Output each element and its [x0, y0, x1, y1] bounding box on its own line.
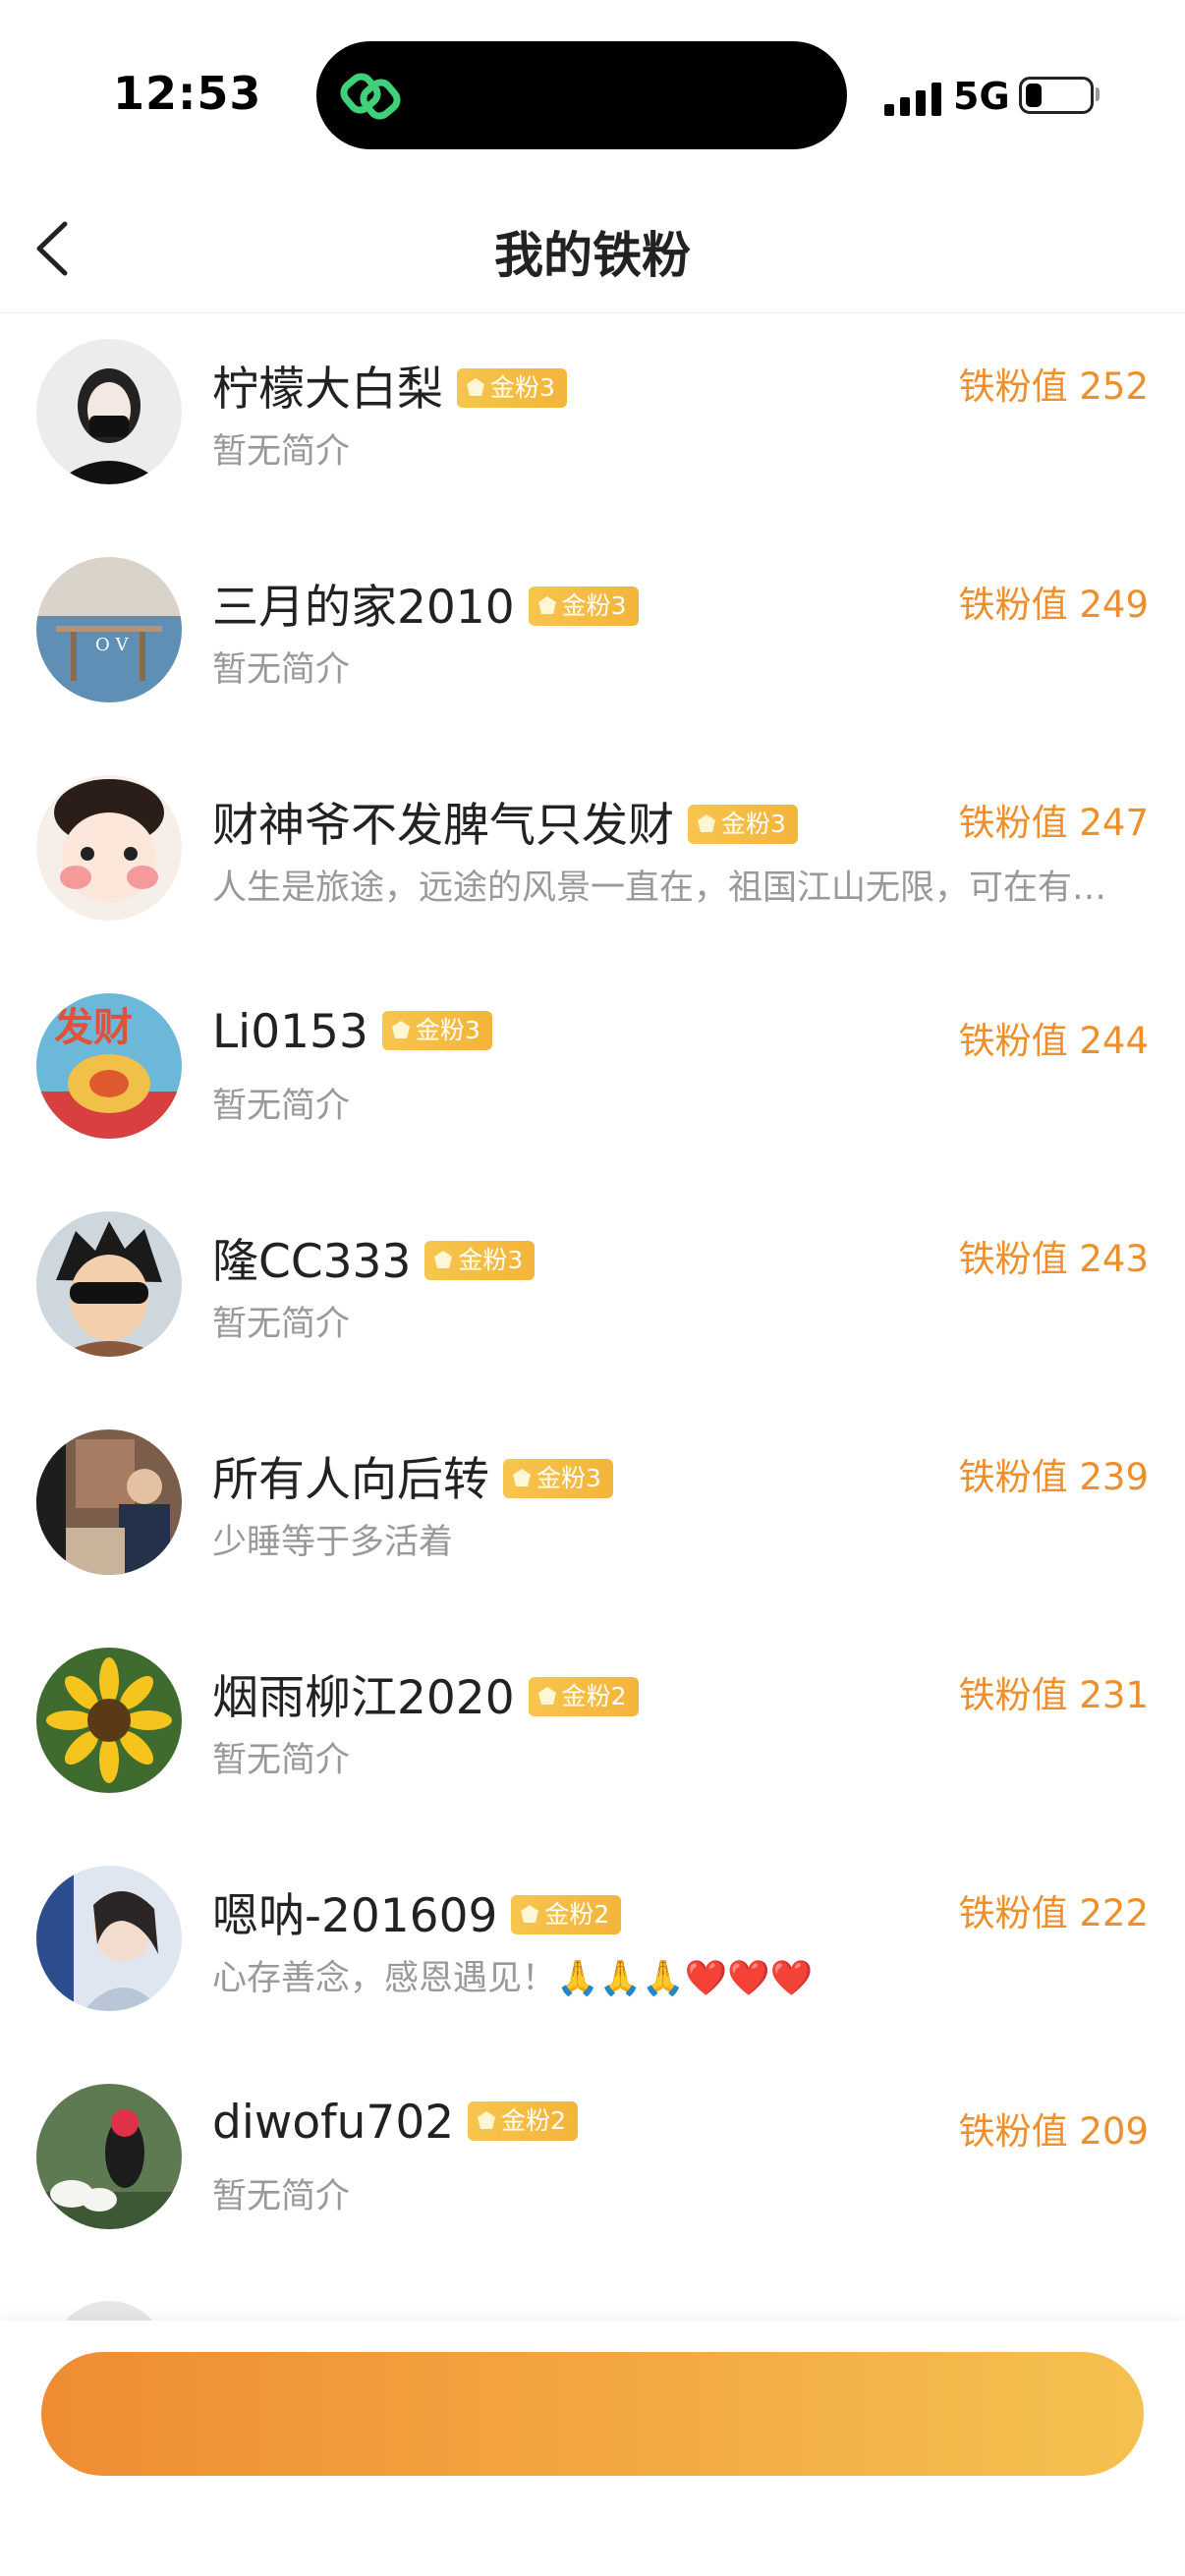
fan-bio: 心存善念，感恩遇见！🙏🙏🙏❤️❤️❤️	[212, 1959, 814, 1998]
fan-level-badge: 金粉3	[457, 367, 567, 408]
fan-name[interactable]: 三月的家2010 金粉3	[212, 569, 639, 637]
fan-name[interactable]: 所有人向后转 金粉3	[212, 1441, 613, 1509]
list-item[interactable]: 隆CC333 金粉3 暂无简介 铁粉值 243	[0, 1186, 1185, 1404]
signal-icon	[884, 83, 941, 116]
fan-level-badge: 金粉2	[468, 2100, 579, 2141]
dynamic-island	[316, 41, 847, 149]
fan-name[interactable]: 柠檬大白梨 金粉3	[212, 351, 567, 419]
fan-bio: 人生是旅途，远途的风景一直在，祖国江山无限，可在有…	[212, 868, 1107, 908]
fan-score: 铁粉值 239	[958, 1456, 1149, 1498]
crown-icon	[391, 1020, 410, 1038]
fan-level-badge: 金粉3	[381, 1010, 492, 1050]
fan-level-badge: 金粉2	[528, 1676, 639, 1716]
fan-score: 铁粉值 231	[958, 1674, 1149, 1716]
fan-bio: 暂无简介	[212, 650, 351, 690]
crown-icon	[698, 813, 715, 832]
crown-icon	[467, 377, 484, 396]
list-item[interactable]: 所有人向后转 金粉3 少睡等于多活着 铁粉值 239	[0, 1404, 1185, 1622]
app-link-icon	[340, 73, 401, 120]
list-item[interactable]: 烟雨柳江2020 金粉2 暂无简介 铁粉值 231	[0, 1622, 1185, 1840]
avatar[interactable]	[36, 2084, 182, 2229]
fan-score: 铁粉值 222	[958, 1892, 1149, 1934]
crown-icon	[521, 1904, 539, 1923]
crown-icon	[434, 1250, 453, 1268]
fan-bio: 暂无简介	[212, 2177, 351, 2216]
bottom-action-button[interactable]	[41, 2352, 1144, 2476]
avatar[interactable]	[36, 1211, 182, 1357]
svg-text:发财: 发财	[54, 1005, 133, 1050]
fan-score: 铁粉值 252	[958, 365, 1149, 408]
fan-level-badge: 金粉2	[511, 1894, 622, 1934]
avatar[interactable]	[36, 775, 182, 921]
avatar[interactable]	[36, 1648, 182, 1793]
fan-level-badge: 金粉3	[528, 586, 639, 626]
fan-score: 铁粉值 249	[958, 584, 1149, 626]
list-item[interactable]: 柠檬大白梨 金粉3 暂无简介 铁粉值 252	[0, 313, 1185, 532]
status-time: 12:53	[113, 67, 262, 120]
crown-icon	[478, 2110, 496, 2129]
crown-icon	[513, 1468, 531, 1486]
fan-bio: 暂无简介	[212, 1741, 351, 1780]
fan-level-badge: 金粉3	[424, 1240, 536, 1280]
nav-bar: 我的铁粉	[0, 187, 1185, 313]
list-item[interactable]: 财神爷不发脾气只发财 金粉3 人生是旅途，远途的风景一直在，祖国江山无限，可在有……	[0, 750, 1185, 968]
fan-name[interactable]: 嗯呐-201609 金粉2	[212, 1877, 622, 1945]
fan-name[interactable]: 隆CC333 金粉3	[212, 1223, 536, 1291]
svg-text:O V: O V	[95, 635, 129, 655]
page-title: 我的铁粉	[494, 227, 691, 284]
fan-score: 铁粉值 243	[958, 1238, 1149, 1280]
list-item[interactable]: O V 三月的家2010 金粉3 暂无简介 铁粉值 249	[0, 532, 1185, 750]
battery-icon	[1019, 77, 1094, 114]
fan-score: 铁粉值 244	[958, 1020, 1149, 1062]
fan-score: 铁粉值 247	[958, 802, 1149, 844]
fan-bio: 暂无简介	[212, 1087, 351, 1126]
fan-level-badge: 金粉3	[503, 1458, 613, 1498]
avatar[interactable]	[36, 339, 182, 484]
fan-name[interactable]: 烟雨柳江2020 金粉2	[212, 1659, 639, 1727]
network-label: 5G	[953, 75, 1010, 118]
avatar[interactable]	[36, 1866, 182, 2011]
battery-tip	[1096, 87, 1100, 101]
list-item[interactable]: diwofu702 金粉2 暂无简介 铁粉值 209	[0, 2058, 1185, 2276]
fan-bio: 暂无简介	[212, 432, 351, 472]
fan-bio: 少睡等于多活着	[212, 1523, 454, 1562]
avatar[interactable]	[36, 1429, 182, 1575]
avatar[interactable]: O V	[36, 557, 182, 702]
fan-name[interactable]: Li0153 金粉3	[212, 1005, 492, 1059]
fan-bio: 暂无简介	[212, 1305, 351, 1344]
fan-name[interactable]: diwofu702 金粉2	[212, 2096, 579, 2150]
fan-list: 柠檬大白梨 金粉3 暂无简介 铁粉值 252 O V 三月的家2010 金粉3 暂无…	[0, 313, 1185, 2276]
status-bar: 12:53 5G	[0, 0, 1185, 187]
avatar[interactable]: 发财	[36, 993, 182, 1139]
crown-icon	[537, 595, 556, 614]
fan-level-badge: 金粉3	[688, 804, 798, 844]
fan-name[interactable]: 财神爷不发脾气只发财 金粉3	[212, 787, 798, 855]
crown-icon	[537, 1686, 556, 1705]
bottom-bar	[0, 2321, 1185, 2576]
list-item[interactable]: 发财 Li0153 金粉3 暂无简介 铁粉值 244	[0, 968, 1185, 1186]
list-item[interactable]: 嗯呐-201609 金粉2 心存善念，感恩遇见！🙏🙏🙏❤️❤️❤️ 铁粉值 222	[0, 1840, 1185, 2058]
fan-score: 铁粉值 209	[958, 2110, 1149, 2153]
